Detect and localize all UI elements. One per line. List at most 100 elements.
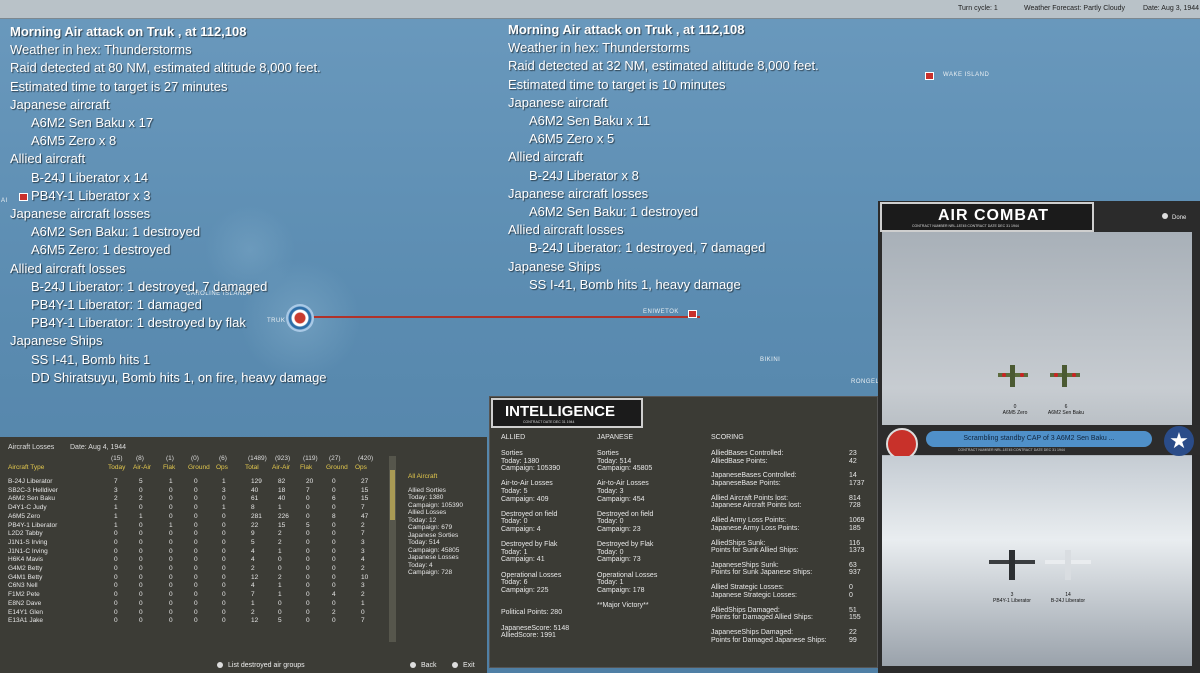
eniwetok-flag-icon[interactable] xyxy=(688,310,697,318)
table-cell: 0 xyxy=(332,521,336,529)
summary-line: Allied Losses xyxy=(408,509,447,516)
table-cell: 226 xyxy=(278,512,289,520)
table-row[interactable]: C6N3 Nell 0 0 0 0 0 4 1 0 0 3 xyxy=(0,582,400,591)
table-cell: G4M1 Betty xyxy=(8,573,43,581)
game-date: Date: Aug 3, 1944 xyxy=(1143,5,1200,12)
table-row[interactable]: G4M1 Betty 0 0 0 0 0 12 2 0 0 10 xyxy=(0,574,400,583)
intel-line: Political Points: 280 xyxy=(501,609,563,617)
score-value: 23 xyxy=(849,450,857,457)
table-cell: 15 xyxy=(361,486,369,494)
score-value: 814 xyxy=(849,494,861,502)
table-cell: 9 xyxy=(251,530,255,538)
table-cell: 2 xyxy=(251,608,255,616)
table-cell: 0 xyxy=(169,495,173,503)
score-row: JapaneseShips Damaged: 22 xyxy=(711,629,861,637)
report-line: SS I-41, Bomb hits 1 xyxy=(31,351,151,367)
table-cell: G4M2 Betty xyxy=(8,565,43,572)
intel-line: Campaign: 45805 xyxy=(597,465,653,473)
air-combat-title: AIR COMBAT xyxy=(938,207,1050,224)
table-row[interactable]: H6K4 Mavis 0 0 0 0 0 4 0 0 0 4 xyxy=(0,556,400,565)
intel-line xyxy=(501,503,569,511)
table-cell: 0 xyxy=(222,495,226,503)
summary-line: All Aircraft xyxy=(408,473,438,480)
back-icon xyxy=(410,662,416,669)
table-cell: 0 xyxy=(194,504,198,512)
table-cell: 0 xyxy=(139,608,143,616)
table-row[interactable]: E8N2 Dave 0 0 0 0 0 1 0 0 0 1 xyxy=(0,600,400,609)
table-row[interactable]: E13A1 Jake 0 0 0 0 0 12 5 0 0 7 xyxy=(0,617,400,626)
back-button[interactable]: Back xyxy=(410,662,437,669)
table-row[interactable]: J1N1-C Irving 0 0 0 0 0 4 1 0 0 3 xyxy=(0,548,400,557)
table-row[interactable]: A6M2 Sen Baku 2 2 0 0 0 61 40 0 6 15 xyxy=(0,495,400,504)
table-cell: 0 xyxy=(194,495,198,503)
table-cell: 0 xyxy=(194,512,198,520)
column-header: Flak xyxy=(163,464,176,471)
table-cell: SB2C-3 Helldiver xyxy=(8,486,58,494)
table-cell: 0 xyxy=(139,599,143,607)
table-cell: 1 xyxy=(169,478,173,485)
intel-line: Today: 6 xyxy=(501,579,528,587)
table-cell: 0 xyxy=(222,608,226,616)
table-cell: 0 xyxy=(306,504,310,512)
table-cell: 0 xyxy=(332,599,336,607)
report-line: PB4Y-1 Liberator x 3 xyxy=(31,187,151,203)
table-cell: J1N1-S Irving xyxy=(8,538,48,546)
column-header: Ground xyxy=(188,464,210,471)
back-label: Back xyxy=(421,662,437,669)
table-cell: 0 xyxy=(139,486,143,494)
table-row[interactable]: SB2C-3 Helldiver 3 0 0 0 3 40 18 7 0 15 xyxy=(0,487,400,496)
table-row[interactable]: E14Y1 Glen 0 0 0 0 0 2 0 0 2 0 xyxy=(0,609,400,618)
table-cell: 281 xyxy=(251,512,262,520)
column-header: Ops xyxy=(355,464,367,471)
table-row[interactable]: J1N1-S Irving 0 0 0 0 0 5 2 0 0 3 xyxy=(0,539,400,548)
score-row xyxy=(711,532,861,539)
table-cell: 0 xyxy=(306,538,310,546)
table-cell: 1 xyxy=(278,591,282,599)
intel-line xyxy=(597,473,657,481)
table-cell: 12 xyxy=(251,573,259,581)
score-label: Points for Damaged Allied Ships: xyxy=(711,614,813,622)
report-line: Japanese aircraft losses xyxy=(10,206,151,222)
table-cell: 22 xyxy=(251,521,259,529)
score-value: 116 xyxy=(849,539,861,547)
column-header: Ground xyxy=(326,464,348,471)
table-cell: 0 xyxy=(194,565,198,572)
table-row[interactable]: B-24J Liberator 7 5 1 0 1 129 82 20 0 27 xyxy=(0,478,400,487)
table-cell: 0 xyxy=(169,504,173,512)
table-row[interactable]: G4M2 Betty 0 0 0 0 0 2 0 0 0 2 xyxy=(0,565,400,574)
intel-line: Today: 0 xyxy=(501,518,528,526)
report-line: Weather in hex: Thunderstorms xyxy=(508,40,690,56)
table-row[interactable]: L2D2 Tabby 0 0 0 0 0 9 2 0 0 7 xyxy=(0,530,400,539)
table-row[interactable]: A6M5 Zero 1 1 0 0 0 281 226 0 8 47 xyxy=(0,513,400,522)
intel-line: Destroyed by Flak xyxy=(501,541,558,549)
report-line: Japanese aircraft losses xyxy=(508,185,649,201)
intel-line: Today: 514 xyxy=(597,457,632,465)
report-line: Weather in hex: Thunderstorms xyxy=(10,42,192,58)
exit-button[interactable]: Exit xyxy=(452,662,475,669)
report-line: Estimated time to target is 10 minutes xyxy=(508,76,726,92)
intel-line: Sorties xyxy=(597,450,619,457)
score-label: JapaneseBases Controlled: xyxy=(711,472,797,480)
intel-line: Campaign: 454 xyxy=(597,495,645,503)
table-cell: 0 xyxy=(114,608,118,616)
table-cell: 0 xyxy=(306,591,310,599)
losses-scrollbar[interactable] xyxy=(389,456,396,642)
score-row: Points for Sunk Allied Ships: 1373 xyxy=(711,547,865,555)
table-cell: 0 xyxy=(332,573,336,581)
table-cell: 0 xyxy=(139,573,143,581)
list-destroyed-button[interactable]: List destroyed air groups xyxy=(217,662,305,669)
table-row[interactable]: F1M2 Pete 0 0 0 0 0 7 1 0 4 2 xyxy=(0,591,400,600)
scrollbar-thumb[interactable] xyxy=(390,470,395,520)
table-cell: 7 xyxy=(114,478,118,485)
intel-line: Campaign: 225 xyxy=(501,586,549,594)
scramble-message: Scrambling standby CAP of 3 A6M2 Sen Bak… xyxy=(926,431,1152,447)
intel-line xyxy=(597,503,657,511)
wake-flag-icon[interactable] xyxy=(925,72,934,80)
score-value: 1069 xyxy=(849,517,865,525)
table-row[interactable]: D4Y1-C Judy 1 0 0 0 1 8 1 0 0 7 xyxy=(0,504,400,513)
table-row[interactable]: PB4Y-1 Liberator 1 0 1 0 0 22 15 5 0 2 xyxy=(0,522,400,531)
table-cell: 3 xyxy=(361,538,365,546)
done-button[interactable]: Done xyxy=(1162,213,1186,221)
table-cell: 4 xyxy=(251,582,255,590)
table-cell: 0 xyxy=(332,530,336,538)
